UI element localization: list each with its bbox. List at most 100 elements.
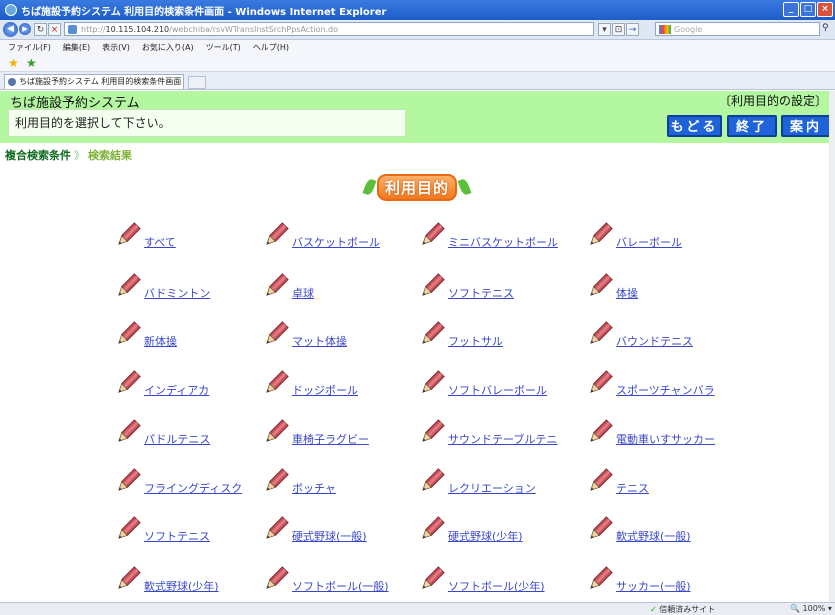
pencil-icon	[586, 515, 614, 543]
purpose-link[interactable]: 体操	[616, 285, 638, 301]
purpose-link[interactable]: 電動車いすサッカー	[616, 431, 715, 447]
back-button[interactable]: もどる	[667, 115, 722, 137]
maximize-icon[interactable]: □	[800, 2, 816, 17]
pencil-icon	[586, 467, 614, 495]
pencil-icon	[262, 221, 290, 249]
pencil-icon	[114, 320, 142, 348]
status-bar: ✓ 信頼済みサイト 🔍 100% ▾	[0, 602, 835, 615]
breadcrumb: 複合検索条件》検索結果	[5, 147, 132, 163]
minimize-icon[interactable]: _	[783, 2, 799, 17]
pencil-icon	[262, 565, 290, 593]
search-placeholder: Google	[674, 25, 703, 34]
dropdown-icon[interactable]: ▾	[598, 23, 611, 36]
zoom-level[interactable]: 🔍 100% ▾	[790, 604, 832, 613]
tab-title: ちば施設予約システム 利用目的検索条件画面	[19, 77, 182, 86]
go-icon[interactable]: →	[626, 23, 639, 36]
purpose-link[interactable]: スポーツチャンバラ	[616, 382, 715, 398]
leaf-icon	[457, 177, 472, 197]
favorites-star-icon[interactable]: ★	[8, 56, 19, 70]
instruction-message: 利用目的を選択して下さい。	[8, 109, 406, 137]
purpose-link[interactable]: フットサル	[448, 333, 503, 349]
pencil-icon	[586, 369, 614, 397]
favorites-bar: ★ ★	[0, 54, 835, 72]
window-title: ちば施設予約システム 利用目的検索条件画面 - Windows Internet…	[21, 6, 387, 18]
back-arrow-icon[interactable]: ◀	[3, 22, 18, 37]
search-icon[interactable]: ⚲	[822, 23, 834, 35]
menu-bar: ファイル(F) 編集(E) 表示(V) お気に入り(A) ツール(T) ヘルプ(…	[0, 40, 835, 54]
page-label: 〔利用目的の設定〕	[718, 94, 827, 108]
pencil-icon	[114, 369, 142, 397]
heading-text: 利用目的	[377, 173, 458, 201]
menu-view[interactable]: 表示(V)	[102, 42, 130, 53]
address-bar: ◀ ▶ ↻ × http://10.115.104.210/webchiba/r…	[0, 20, 835, 40]
pencil-icon	[418, 369, 446, 397]
purpose-link[interactable]: 卓球	[292, 285, 314, 301]
forward-arrow-icon[interactable]: ▶	[19, 23, 31, 35]
menu-edit[interactable]: 編集(E)	[63, 42, 90, 53]
end-button[interactable]: 終了	[727, 115, 777, 137]
stop-icon[interactable]: ×	[48, 23, 61, 36]
purpose-link[interactable]: バウンドテニス	[616, 333, 693, 349]
purpose-link[interactable]: ボッチャ	[292, 480, 336, 496]
pencil-icon	[114, 221, 142, 249]
purpose-link[interactable]: テニス	[616, 480, 649, 496]
purpose-link[interactable]: ソフトバレーボール	[448, 382, 547, 398]
purpose-link[interactable]: ソフトボール(一般)	[292, 578, 389, 594]
purpose-heading: 利用目的	[362, 173, 472, 201]
purpose-link[interactable]: 硬式野球(一般)	[292, 528, 367, 544]
purpose-link[interactable]: フライングディスク	[144, 480, 242, 496]
purpose-link[interactable]: バレーボール	[616, 234, 682, 250]
guide-button[interactable]: 案内	[781, 115, 831, 137]
pencil-icon	[418, 272, 446, 300]
purpose-link[interactable]: サウンドテーブルテニ	[448, 431, 557, 447]
purpose-link[interactable]: 車椅子ラグビー	[292, 431, 369, 447]
purpose-link[interactable]: すべて	[144, 234, 176, 250]
menu-help[interactable]: ヘルプ(H)	[253, 42, 289, 53]
scrollbar[interactable]	[829, 91, 835, 602]
pencil-icon	[418, 418, 446, 446]
purpose-link[interactable]: ソフトテニス	[144, 528, 210, 544]
purpose-link[interactable]: サッカー(一般)	[616, 578, 691, 594]
page-icon	[68, 25, 77, 34]
menu-favorites[interactable]: お気に入り(A)	[142, 42, 194, 53]
pencil-icon	[262, 467, 290, 495]
purpose-link[interactable]: ドッジボール	[292, 382, 358, 398]
close-icon[interactable]: ×	[817, 2, 833, 17]
purpose-link[interactable]: 硬式野球(少年)	[448, 528, 523, 544]
url-prefix: http://	[81, 25, 106, 34]
purpose-link[interactable]: バスケットボール	[292, 234, 380, 250]
purpose-link[interactable]: バドミントン	[144, 285, 210, 301]
purpose-link[interactable]: ソフトテニス	[448, 285, 514, 301]
new-tab-button[interactable]	[188, 76, 206, 89]
purpose-link[interactable]: レクリエーション	[448, 480, 536, 496]
browser-tab[interactable]: ちば施設予約システム 利用目的検索条件画面	[4, 74, 184, 89]
pencil-icon	[418, 565, 446, 593]
pencil-icon	[114, 467, 142, 495]
pencil-icon	[586, 320, 614, 348]
compat-icon[interactable]: ⊡	[612, 23, 625, 36]
purpose-link[interactable]: パドルテニス	[144, 431, 210, 447]
purpose-link[interactable]: インディアカ	[144, 382, 209, 398]
search-input[interactable]: Google	[655, 22, 820, 36]
refresh-icon[interactable]: ↻	[34, 23, 47, 36]
url-input[interactable]: http://10.115.104.210/webchiba/rsvWTrans…	[64, 22, 594, 36]
purpose-link[interactable]: 軟式野球(一般)	[616, 528, 691, 544]
pencil-icon	[262, 369, 290, 397]
pencil-icon	[586, 565, 614, 593]
check-icon: ✓	[650, 605, 657, 614]
purpose-link[interactable]: マット体操	[292, 333, 347, 349]
pencil-icon	[586, 221, 614, 249]
tab-page-icon	[8, 78, 16, 86]
purpose-link[interactable]: 新体操	[144, 333, 177, 349]
purpose-link[interactable]: ソフトボール(少年)	[448, 578, 545, 594]
menu-file[interactable]: ファイル(F)	[8, 42, 51, 53]
purpose-link[interactable]: 軟式野球(少年)	[144, 578, 219, 594]
pencil-icon	[418, 467, 446, 495]
add-favorite-icon[interactable]: ★	[26, 56, 37, 70]
purpose-link[interactable]: ミニバスケットボール	[448, 234, 558, 250]
pencil-icon	[418, 221, 446, 249]
menu-tools[interactable]: ツール(T)	[206, 42, 241, 53]
breadcrumb-step1[interactable]: 複合検索条件	[5, 149, 71, 162]
zoom-value: 100%	[802, 604, 826, 613]
pencil-icon	[114, 565, 142, 593]
